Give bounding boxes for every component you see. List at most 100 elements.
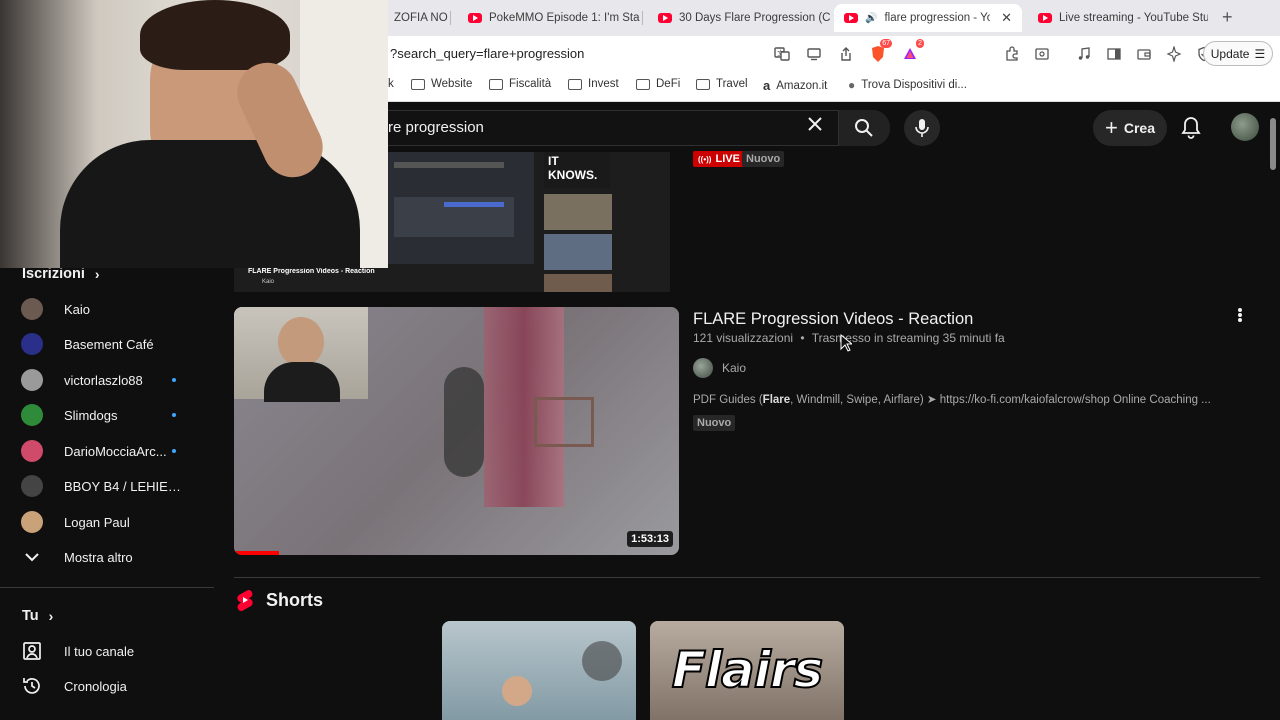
sidebar-item-basement-cafe[interactable]: Basement Café — [0, 326, 200, 362]
address-bar-icons: 文 67 2 — [770, 39, 924, 66]
tab-title: 30 Days Flare Progression (C — [679, 12, 830, 24]
thumbnail-small-title: FLARE Progression Videos - Reaction — [248, 268, 375, 275]
brave-shield-icon[interactable]: 67 — [866, 39, 892, 66]
search-icon — [855, 119, 873, 137]
tab-separator — [642, 11, 643, 25]
bookmark-invest[interactable]: Invest — [568, 78, 619, 90]
sidebar-item-dariomoccia[interactable]: DarioMocciaArc... — [0, 433, 200, 469]
page-scrollbar[interactable] — [1270, 118, 1276, 170]
show-more-button[interactable]: Mostra altro — [0, 539, 200, 575]
tab-title: PokeMMO Episode 1: I'm Sta — [489, 12, 640, 24]
watch-progress-bar — [234, 551, 279, 555]
voice-search-button[interactable] — [904, 110, 940, 146]
bookmark-k[interactable]: k — [388, 78, 394, 90]
avatar — [21, 333, 43, 355]
bookmark-defi[interactable]: DeFi — [636, 78, 680, 90]
tab-30-days-flare[interactable]: 30 Days Flare Progression (C — [648, 4, 830, 32]
video-title-link[interactable]: FLARE Progression Videos - Reaction — [693, 310, 973, 329]
bookmark-amazon[interactable]: a Amazon.it — [763, 78, 827, 93]
thumbnail-webcam-inset — [234, 307, 368, 402]
share-icon[interactable] — [834, 42, 858, 66]
sidebar-item-slimdogs[interactable]: Slimdogs — [0, 397, 200, 433]
translate-icon[interactable]: 文 — [770, 42, 794, 66]
short-video-1[interactable] — [442, 621, 636, 720]
nav-label: Cronologia — [64, 678, 127, 694]
bookmark-label: DeFi — [656, 78, 681, 90]
url-field[interactable]: ?search_query=flare+progression — [390, 46, 584, 61]
tab-flare-progression[interactable]: 🔊 flare progression - Yo ✕ — [834, 4, 1022, 32]
short-overlay-text: Flairs — [671, 640, 825, 700]
show-more-label: Mostra altro — [64, 549, 133, 565]
bookmark-travel[interactable]: Travel — [696, 78, 748, 90]
wallet-icon[interactable] — [1132, 42, 1156, 66]
tab-live-streaming[interactable]: Live streaming - YouTube Stu — [1028, 4, 1208, 32]
new-tab-button[interactable]: + — [1222, 7, 1233, 28]
folder-icon — [489, 78, 503, 90]
new-badge: Nuovo — [742, 151, 785, 167]
sidebar-item-history[interactable]: Cronologia — [0, 668, 200, 704]
microphone-icon — [915, 119, 929, 137]
search-input[interactable]: re progression — [388, 119, 484, 136]
subscription-name: Basement Café — [64, 336, 154, 352]
clear-search-icon[interactable] — [806, 113, 824, 139]
shorts-title: Shorts — [266, 589, 324, 610]
subscriptions-header[interactable]: Iscrizioni › — [22, 266, 100, 282]
close-tab-icon[interactable]: ✕ — [1001, 10, 1012, 26]
notifications-bell-icon[interactable] — [1180, 116, 1202, 145]
bookmark-website[interactable]: Website — [411, 78, 472, 90]
extensions-icon[interactable] — [1000, 42, 1024, 66]
more-actions-icon[interactable] — [1232, 307, 1248, 332]
subscription-name: Slimdogs — [64, 407, 118, 423]
tab-zofia[interactable]: ZOFIA NON — [384, 4, 448, 32]
thumbnail-mini-2 — [544, 234, 612, 270]
mouse-cursor-icon — [840, 334, 852, 352]
leo-ai-icon[interactable] — [1162, 42, 1186, 66]
short-person — [502, 676, 532, 706]
sidebar-toggle-icon[interactable] — [1102, 42, 1126, 66]
subscription-name: BBOY B4 / LEHIEUI... — [64, 478, 182, 494]
tab-pokemmo[interactable]: PokeMMO Episode 1: I'm Sta — [458, 4, 640, 32]
video-duration: 1:53:13 — [627, 531, 673, 547]
sidebar-item-victorlaszlo88[interactable]: victorlaszlo88 — [0, 362, 200, 398]
webcam-hair — [140, 0, 290, 70]
sidebar-item-kaio[interactable]: Kaio — [0, 291, 200, 327]
sidebar-item-bboy-b4[interactable]: BBOY B4 / LEHIEUI... — [0, 468, 200, 504]
media-control-icon[interactable] — [1072, 42, 1096, 66]
tab-search-icon[interactable] — [1030, 42, 1054, 66]
live-label: LIVE — [715, 153, 740, 165]
bookmark-label: Amazon.it — [776, 79, 828, 92]
thumbnail-mini-3 — [544, 274, 612, 292]
video-description: PDF Guides (Flare, Windmill, Swipe, Airf… — [693, 392, 1211, 406]
you-header[interactable]: Tu › — [22, 608, 53, 624]
sidebar-item-logan-paul[interactable]: Logan Paul — [0, 504, 200, 540]
avatar — [21, 404, 43, 426]
new-badge: Nuovo — [693, 415, 736, 431]
account-avatar[interactable] — [1231, 113, 1259, 141]
avatar — [21, 369, 43, 391]
channel-link[interactable]: Kaio — [693, 358, 746, 378]
history-icon — [23, 678, 40, 694]
cast-icon[interactable] — [802, 42, 826, 66]
brave-rewards-icon[interactable]: 2 — [898, 39, 924, 66]
update-button[interactable]: Update ☰ — [1203, 41, 1273, 66]
create-button[interactable]: + Crea — [1093, 110, 1167, 146]
subscription-name: victorlaszlo88 — [64, 372, 143, 388]
you-title: Tu — [22, 608, 39, 624]
youtube-favicon-icon — [844, 13, 858, 23]
description-highlight: Flare — [762, 394, 791, 406]
nav-label: Il tuo canale — [64, 643, 135, 659]
description-prefix: PDF Guides ( — [693, 394, 763, 406]
plus-icon: + — [1105, 115, 1118, 140]
video-thumbnail[interactable]: 1:53:13 — [234, 307, 679, 555]
subscriptions-title: Iscrizioni — [22, 266, 85, 282]
bookmark-trova-dispositivi[interactable]: ● Trova Dispositivi di... — [848, 78, 967, 92]
avatar — [21, 440, 43, 462]
avatar — [21, 511, 43, 533]
bookmark-fiscalita[interactable]: Fiscalità — [489, 78, 551, 90]
amazon-icon: a — [763, 78, 771, 93]
meta-separator: • — [800, 331, 805, 345]
sidebar-item-your-channel[interactable]: Il tuo canale — [0, 633, 200, 669]
search-button[interactable] — [838, 110, 890, 146]
short-video-2[interactable]: Flairs — [650, 621, 844, 720]
new-content-dot — [172, 413, 176, 417]
